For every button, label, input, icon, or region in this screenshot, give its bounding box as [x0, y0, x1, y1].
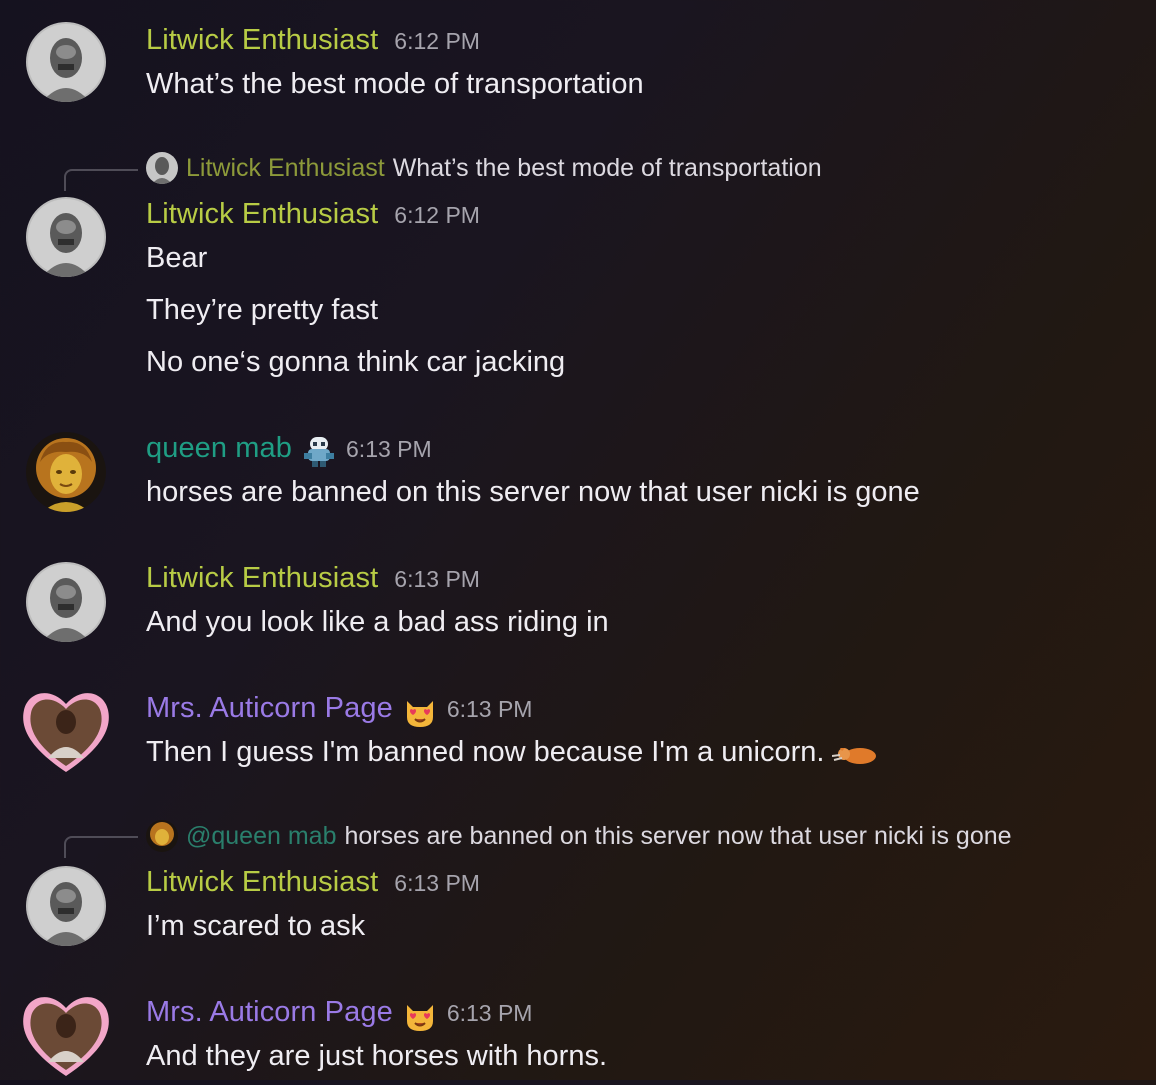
message-text: What’s the best mode of transportation: [146, 68, 644, 100]
username[interactable]: queen mab: [146, 432, 292, 465]
avatar[interactable]: [26, 22, 106, 102]
reply-connector: [64, 836, 138, 858]
message-text: I’m scared to ask: [146, 910, 366, 942]
reply-mention[interactable]: @queen mab: [186, 822, 336, 851]
reply-username[interactable]: Litwick Enthusiast: [186, 154, 385, 183]
timestamp: 6:13 PM: [446, 696, 533, 722]
message-text: And you look like a bad ass riding in: [146, 606, 609, 638]
avatar[interactable]: [26, 197, 106, 277]
heart-eyes-cat-emoji: [403, 695, 437, 729]
timestamp: 6:13 PM: [446, 1000, 533, 1026]
message-text: And they are just horses with horns.: [146, 1040, 608, 1072]
message-text: Then I guess I'm banned now because I'm …: [146, 736, 880, 769]
timestamp: 6:12 PM: [394, 202, 480, 228]
timestamp: 6:13 PM: [394, 870, 480, 896]
reply-text: horses are banned on this server now tha…: [344, 821, 1012, 850]
reply-preview[interactable]: @queen mab horses are banned on this ser…: [146, 820, 1012, 852]
reply-avatar: [146, 152, 178, 184]
timestamp: 6:13 PM: [346, 436, 432, 462]
reply-avatar: [146, 820, 178, 852]
username[interactable]: Litwick Enthusiast: [146, 866, 378, 899]
avatar[interactable]: [18, 684, 114, 776]
message-text: They’re pretty fast: [146, 294, 379, 326]
username[interactable]: Litwick Enthusiast: [146, 562, 378, 595]
sliding-cat-emoji: [832, 738, 880, 768]
reply-text: What’s the best mode of transportation: [392, 153, 822, 182]
timestamp: 6:12 PM: [394, 28, 480, 54]
timestamp: 6:13 PM: [394, 566, 480, 592]
username[interactable]: Litwick Enthusiast: [146, 24, 378, 57]
heart-eyes-cat-emoji: [403, 999, 437, 1033]
pokemon-sprite-icon: [302, 435, 336, 469]
message-list: Litwick Enthusiast 6:12 PM What’s the be…: [0, 0, 1156, 1080]
avatar[interactable]: [26, 432, 106, 512]
avatar[interactable]: [18, 988, 114, 1080]
username[interactable]: Mrs. Auticorn Page: [146, 996, 393, 1029]
avatar[interactable]: [26, 562, 106, 642]
username[interactable]: Mrs. Auticorn Page: [146, 692, 393, 725]
username[interactable]: Litwick Enthusiast: [146, 198, 378, 231]
message-text-content: Then I guess I'm banned now because I'm …: [146, 736, 825, 768]
message-text: Bear: [146, 242, 208, 274]
reply-connector: [64, 169, 138, 191]
avatar[interactable]: [26, 866, 106, 946]
message-text: No one‘s gonna think car jacking: [146, 346, 566, 378]
reply-preview[interactable]: Litwick Enthusiast What’s the best mode …: [146, 152, 822, 184]
message-text: horses are banned on this server now tha…: [146, 476, 920, 508]
